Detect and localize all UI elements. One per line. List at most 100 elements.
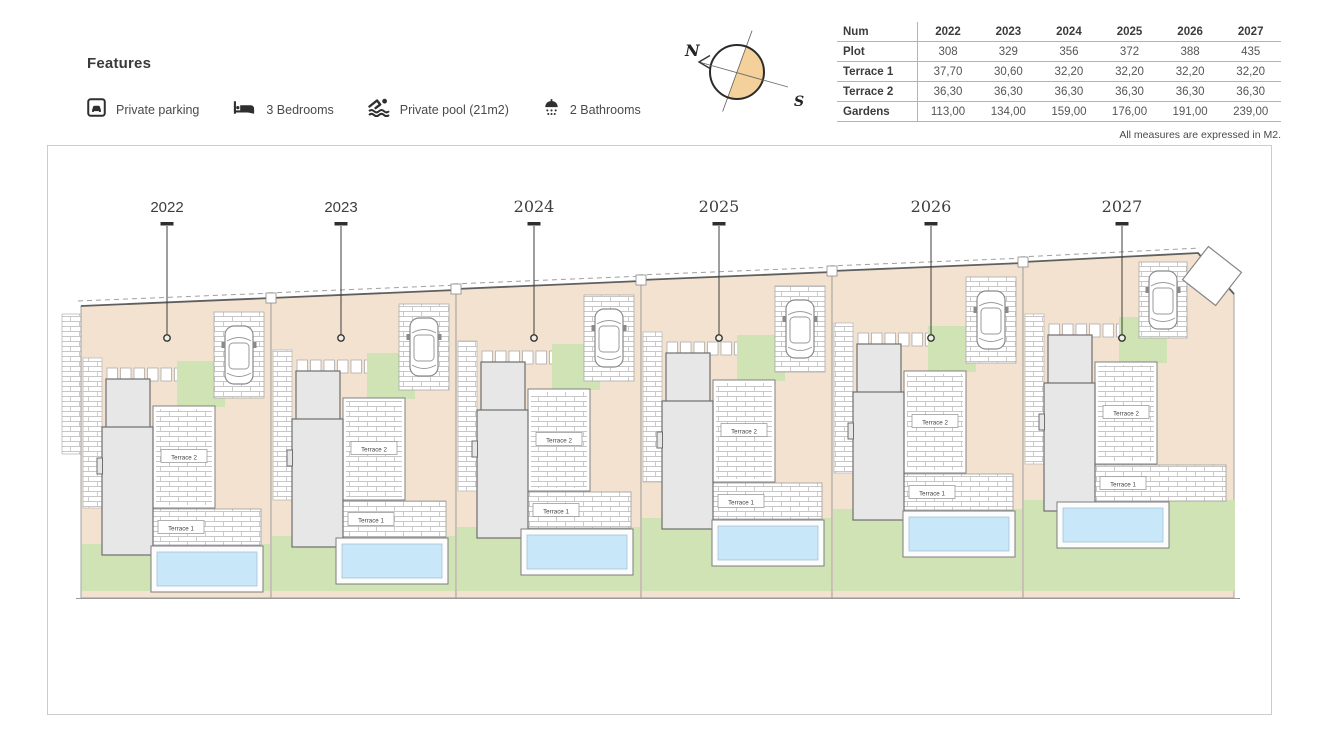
- house-footprint: [97, 379, 153, 555]
- house-upper: [666, 353, 710, 403]
- table-cell: 356: [1039, 42, 1100, 62]
- house-footprint: [657, 353, 713, 529]
- table-cell: 36,30: [978, 82, 1039, 102]
- paving-strip: [643, 332, 662, 482]
- slat: [161, 368, 172, 381]
- plot-2025: Terrace 2Terrace 12025: [638, 197, 835, 598]
- plot-year-label: 2026: [911, 197, 952, 216]
- car-mirror: [783, 316, 787, 322]
- plan-svg: Terrace 2Terrace 12022Terrace 2Terrace 1…: [48, 146, 1271, 714]
- terrace-label: Terrace 2: [361, 447, 387, 454]
- plot-year-label: 2023: [324, 199, 357, 216]
- table-cell: 435: [1220, 42, 1281, 62]
- house-notch: [1039, 414, 1045, 430]
- car-mirror: [814, 316, 818, 322]
- table-cell: 32,20: [1099, 62, 1160, 82]
- table-cell: 308: [918, 42, 979, 62]
- bed-icon: [233, 99, 256, 121]
- car-icon: [407, 318, 442, 376]
- divider-pillar: [1018, 257, 1028, 267]
- feature-label: Private pool (21m2): [400, 103, 509, 117]
- plot-year-label: 2025: [699, 197, 740, 216]
- car-mirror: [974, 307, 978, 313]
- house-lower: [1044, 383, 1095, 511]
- car-icon: [222, 326, 257, 384]
- compass-south-label: S: [794, 94, 804, 110]
- car-icon: [783, 300, 818, 358]
- leader-bar: [713, 222, 726, 226]
- table-row: Terrace 137,7030,6032,2032,2032,2032,20: [837, 62, 1281, 82]
- paving-strip: [1025, 314, 1044, 464]
- terrace-label: Terrace 1: [919, 491, 945, 498]
- car-icon: [1146, 271, 1181, 329]
- paving-strip: [458, 341, 477, 491]
- table-cell: 372: [1099, 42, 1160, 62]
- table-header-cell: 2025: [1099, 22, 1160, 42]
- table-cell: 113,00: [918, 102, 979, 122]
- table-header-row: Num202220232024202520262027: [837, 22, 1281, 42]
- terrace-label: Terrace 2: [171, 455, 197, 462]
- table-cell: 329: [978, 42, 1039, 62]
- table-cell: 191,00: [1160, 102, 1221, 122]
- table-row: Terrace 236,3036,3036,3036,3036,3036,30: [837, 82, 1281, 102]
- page: Features Private parking: [0, 0, 1319, 756]
- table-cell: 32,20: [1160, 62, 1221, 82]
- paving-strip: [834, 323, 853, 473]
- features-title: Features: [87, 55, 675, 72]
- slat: [351, 360, 362, 373]
- car-mirror: [592, 325, 596, 331]
- terrace-label: Terrace 2: [1113, 411, 1139, 418]
- row-label: Terrace 2: [837, 82, 918, 102]
- plot-year-label: 2024: [514, 197, 555, 216]
- table-header-cell: Num: [837, 22, 918, 42]
- pool: [718, 526, 818, 560]
- plot-2023: Terrace 2 Terrace 1 2023: [268, 199, 459, 598]
- house-lower: [102, 427, 153, 555]
- terrace-label: Terrace 1: [543, 509, 569, 516]
- car-mirror: [623, 325, 627, 331]
- pool: [342, 544, 442, 578]
- feature-pool: Private pool (21m2): [368, 98, 509, 122]
- feature-label: 2 Bathrooms: [570, 103, 641, 117]
- compass-rose: N S: [660, 14, 810, 131]
- divider-pillar: [266, 293, 276, 303]
- house-upper: [106, 379, 150, 429]
- measures-panel: Num202220232024202520262027Plot308329356…: [837, 22, 1281, 141]
- shower-icon: [543, 98, 560, 122]
- terrace-label: Terrace 2: [546, 438, 572, 445]
- terrace-label: Terrace 2: [922, 420, 948, 427]
- house-lower: [477, 410, 528, 538]
- table-cell: 159,00: [1039, 102, 1100, 122]
- pool: [1063, 508, 1163, 542]
- feature-label: 3 Bedrooms: [266, 103, 333, 117]
- terrace-label: Terrace 1: [168, 526, 194, 533]
- terrace-label: Terrace 1: [358, 518, 384, 525]
- house-lower: [292, 419, 343, 547]
- terrace-label: Terrace 1: [728, 500, 754, 507]
- pool: [909, 517, 1009, 551]
- outer-wall: [62, 314, 81, 454]
- car-mirror: [1177, 287, 1181, 293]
- table-cell: 30,60: [978, 62, 1039, 82]
- car-mirror: [222, 342, 226, 348]
- house-upper: [481, 362, 525, 412]
- slat: [536, 351, 547, 364]
- row-label: Terrace 1: [837, 62, 918, 82]
- divider-pillar: [827, 266, 837, 276]
- house-footprint: [848, 344, 904, 520]
- car-icon: [974, 291, 1009, 349]
- site-plan: Terrace 2Terrace 12022Terrace 2Terrace 1…: [47, 145, 1272, 715]
- house-lower: [662, 401, 713, 529]
- table-header-cell: 2024: [1039, 22, 1100, 42]
- table-cell: 36,30: [1220, 82, 1281, 102]
- slat: [1103, 324, 1114, 337]
- car-mirror: [253, 342, 257, 348]
- pool: [157, 552, 257, 586]
- measures-table: Num202220232024202520262027Plot308329356…: [837, 22, 1281, 122]
- house-notch: [657, 432, 663, 448]
- plot-2022: Terrace 2Terrace 12022: [78, 199, 274, 598]
- leader-bar: [335, 222, 348, 226]
- terrace-label: Terrace 1: [1110, 482, 1136, 489]
- compass-north-label: N: [684, 41, 701, 60]
- table-cell: 36,30: [918, 82, 979, 102]
